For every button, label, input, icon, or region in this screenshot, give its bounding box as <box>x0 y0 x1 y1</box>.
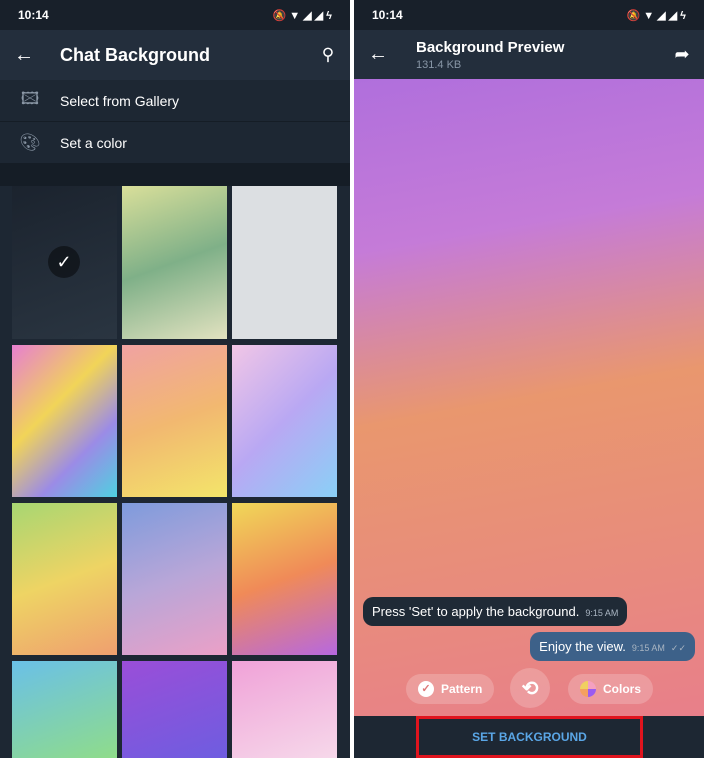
wallpaper-tile[interactable] <box>122 661 227 758</box>
wallpaper-tile[interactable] <box>122 186 227 339</box>
message-text: Press 'Set' to apply the background. <box>372 604 580 619</box>
share-icon[interactable]: ➦ <box>660 44 704 65</box>
incoming-message: Press 'Set' to apply the background. 9:15… <box>363 597 628 626</box>
menu-label: Select from Gallery <box>60 92 180 109</box>
status-time: 10:14 <box>18 8 49 22</box>
back-arrow-icon[interactable]: ← <box>354 43 402 66</box>
wallpaper-tile[interactable] <box>12 503 117 655</box>
message-text: Enjoy the view. <box>539 639 626 654</box>
divider <box>0 164 350 186</box>
search-icon[interactable]: ⚲ <box>306 45 350 65</box>
wallpaper-tile[interactable] <box>122 503 227 655</box>
image-icon: 🖾 <box>20 89 40 108</box>
set-background-button[interactable]: SET BACKGROUND <box>416 716 643 758</box>
select-from-gallery[interactable]: 🖾 Select from Gallery <box>0 80 350 122</box>
back-arrow-icon[interactable]: ← <box>0 44 48 67</box>
status-time: 10:14 <box>372 8 403 22</box>
colors-label: Colors <box>603 682 642 696</box>
palette-icon: 🎨︎ <box>19 132 41 152</box>
app-bar: ← Chat Background ⚲ <box>0 30 350 80</box>
menu-label: Set a color <box>60 134 127 151</box>
double-check-icon: ✓✓ <box>670 643 686 653</box>
rotate-button[interactable]: ⟲ <box>510 668 550 708</box>
chat-background-screen: 10:14 🔕 ▼ ◢ ◢ ϟ ← Chat Background ⚲ 🖾 Se… <box>0 0 350 758</box>
file-size: 131.4 KB <box>416 58 462 71</box>
set-background-label: SET BACKGROUND <box>472 730 587 744</box>
checkmark-icon: ✓ <box>48 246 80 278</box>
wallpaper-tile[interactable] <box>122 345 227 497</box>
set-a-color[interactable]: 🎨︎ Set a color <box>0 122 350 164</box>
wallpaper-tile[interactable] <box>12 345 117 497</box>
wallpaper-tile[interactable] <box>232 503 337 655</box>
page-title: Chat Background <box>60 44 211 65</box>
colors-button[interactable]: Colors <box>568 674 654 704</box>
rotate-icon: ⟲ <box>521 677 539 700</box>
color-wheel-icon <box>580 681 596 697</box>
status-bar: 10:14 🔕 ▼ ◢ ◢ ϟ <box>354 0 704 30</box>
status-bar: 10:14 🔕 ▼ ◢ ◢ ϟ <box>0 0 350 30</box>
wallpaper-tile[interactable] <box>232 345 337 497</box>
wallpaper-tile[interactable] <box>232 661 337 758</box>
page-title: Background Preview <box>416 38 565 56</box>
pattern-button[interactable]: ✓ Pattern <box>406 674 495 704</box>
pattern-label: Pattern <box>441 682 483 696</box>
message-time: 9:15 AM <box>585 608 619 618</box>
checkbox-icon: ✓ <box>418 681 434 697</box>
message-time: 9:15 AM <box>631 643 665 653</box>
app-bar: ← Background Preview 131.4 KB ➦ <box>354 30 704 79</box>
outgoing-message: Enjoy the view. 9:15 AM ✓✓ <box>530 632 695 661</box>
background-preview-screen: 10:14 🔕 ▼ ◢ ◢ ϟ ← Background Preview 131… <box>354 0 704 758</box>
status-icons: 🔕 ▼ ◢ ◢ ϟ <box>626 9 686 22</box>
wallpaper-tile[interactable] <box>232 186 337 339</box>
status-icons: 🔕 ▼ ◢ ◢ ϟ <box>272 9 332 22</box>
wallpaper-tile[interactable]: ✓ <box>12 186 117 339</box>
wallpaper-tile[interactable] <box>12 661 117 758</box>
